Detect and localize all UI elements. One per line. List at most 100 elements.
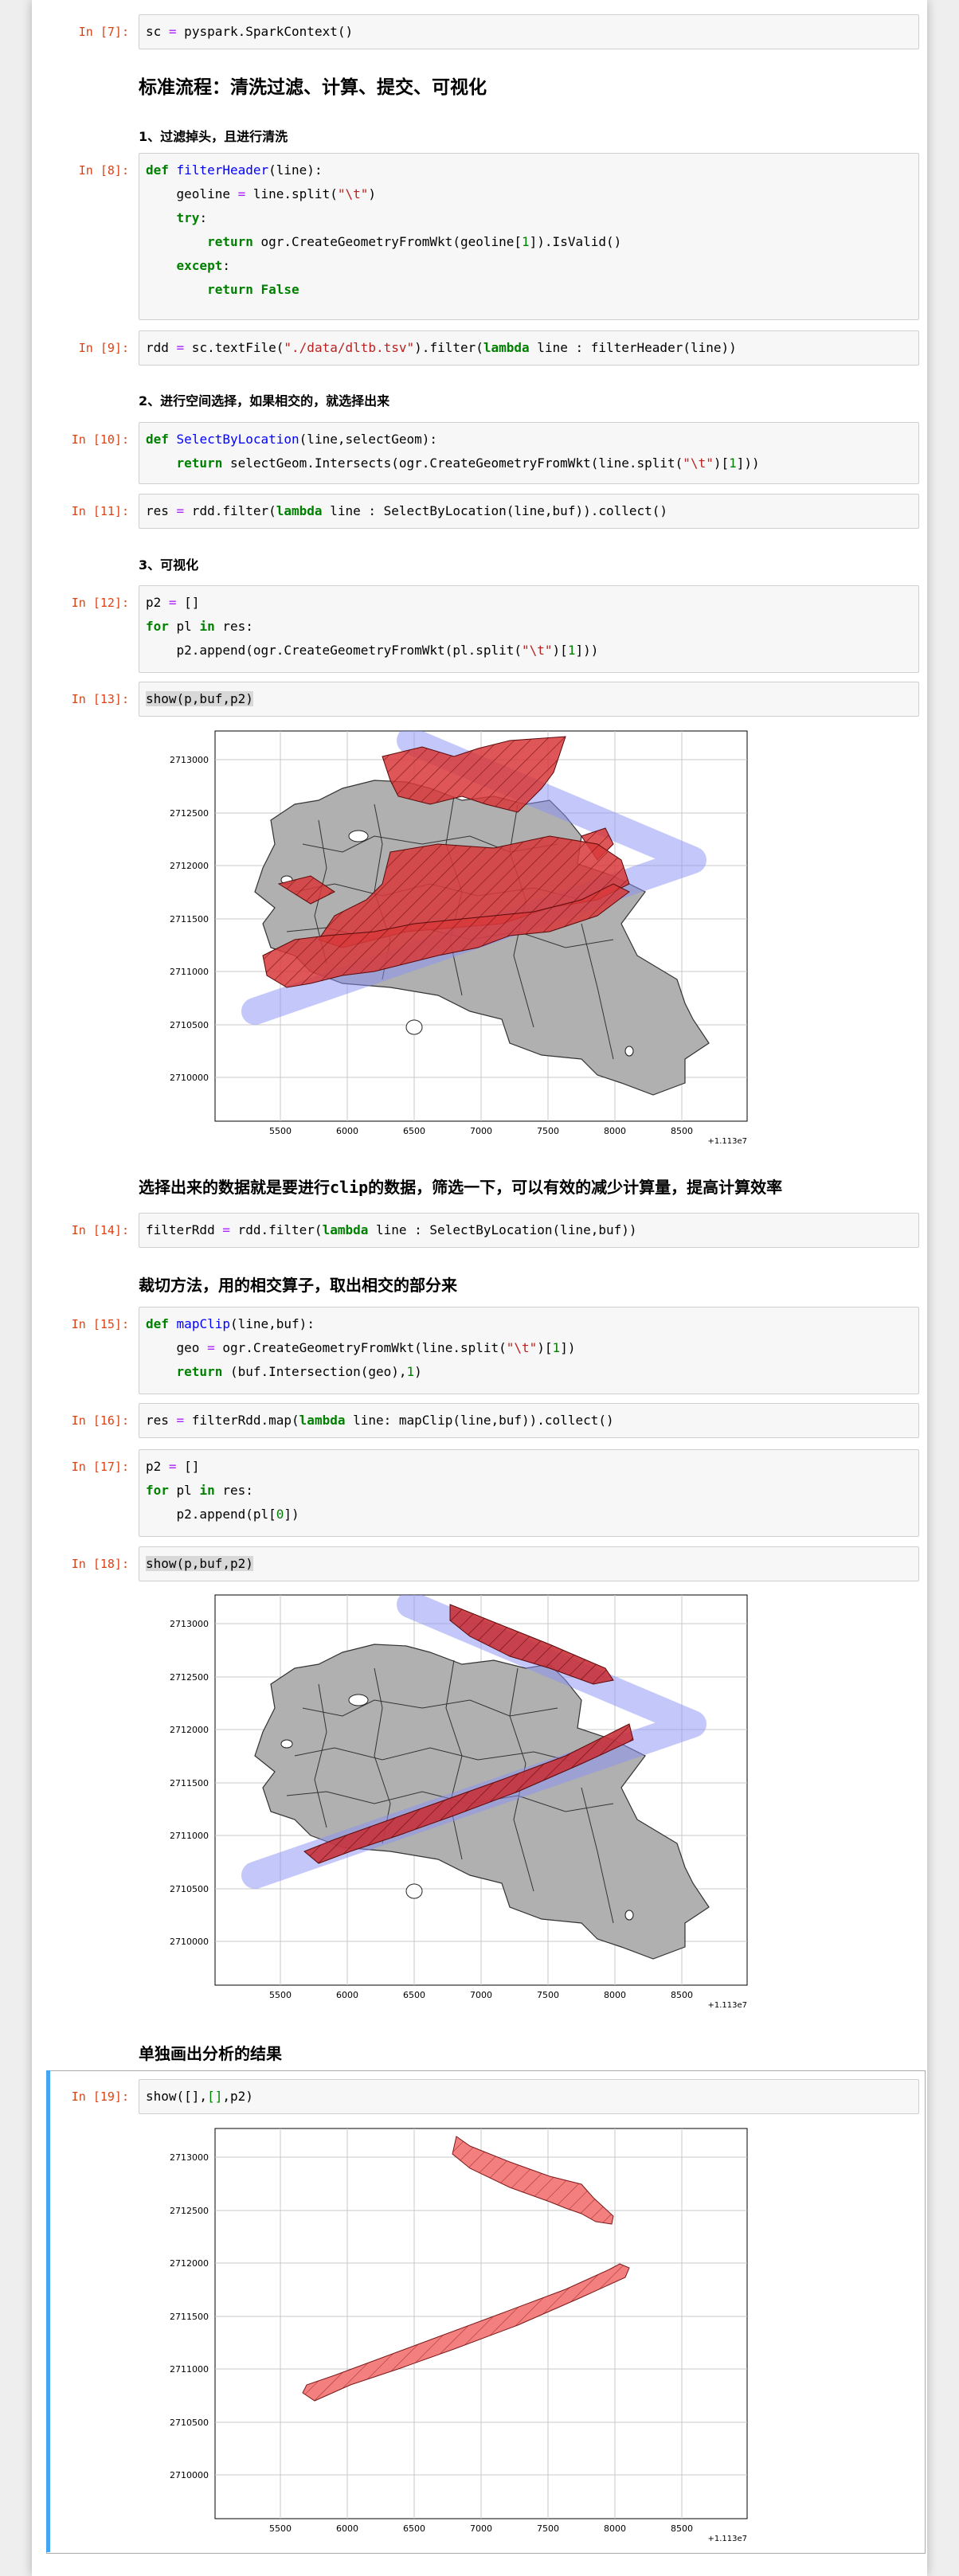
x-tick-label: 7500 xyxy=(537,1990,559,2000)
x-tick-label: 5500 xyxy=(269,2523,292,2534)
code-cell[interactable]: In [16]: res = filterRdd.map(lambda line… xyxy=(40,1403,919,1438)
code-input[interactable]: res = rdd.filter(lambda line : SelectByL… xyxy=(139,494,919,529)
map-plot-svg: 2713000 2712500 2712000 2711500 2711000 … xyxy=(170,730,748,1146)
selected-cell-bar xyxy=(46,2070,50,2552)
cell-prompt: In [12]: xyxy=(71,596,129,610)
note-heading: 选择出来的数据就是要进行clip的数据，筛选一下，可以有效的减少计算量，提高计算… xyxy=(139,1178,783,1197)
cell-prompt: In [11]: xyxy=(71,504,129,518)
code-cell[interactable]: In [15]: def mapClip(line,buf): geo = og… xyxy=(40,1307,919,1394)
code-input[interactable]: def filterHeader(line): geoline = line.s… xyxy=(139,153,919,320)
map-plot-3: 2713000 2712500 2712000 2711500 2711000 … xyxy=(135,2122,773,2547)
y-tick-label: 2712500 xyxy=(170,2206,209,2216)
cell-prompt: In [8]: xyxy=(78,163,129,178)
x-tick-label: 6500 xyxy=(403,1126,425,1136)
cell-prompt: In [13]: xyxy=(71,692,129,706)
y-tick-label: 2710000 xyxy=(170,1937,209,1947)
code-input[interactable]: show(p,buf,p2) xyxy=(139,682,919,717)
code-text: show(p,buf,p2) xyxy=(146,1556,253,1571)
code-input[interactable]: p2 = [] for pl in res: p2.append(ogr.Crea… xyxy=(139,585,919,673)
y-tick-label: 2711000 xyxy=(170,967,209,977)
y-tick-label: 2710500 xyxy=(170,1884,209,1894)
y-tick-label: 2710000 xyxy=(170,1073,209,1083)
code-cell[interactable]: In [17]: p2 = [] for pl in res: p2.append… xyxy=(40,1449,919,1537)
code-input[interactable]: def SelectByLocation(line,selectGeom): r… xyxy=(139,422,919,484)
y-tick-label: 2713000 xyxy=(170,755,209,765)
code-cell[interactable]: In [9]: rdd = sc.textFile("./data/dltb.t… xyxy=(40,330,919,365)
cell-prompt: In [15]: xyxy=(71,1317,129,1331)
y-tick-label: 2713000 xyxy=(170,1619,209,1629)
code-cell[interactable]: In [13]: show(p,buf,p2) xyxy=(40,682,919,717)
clip-heading: 裁切方法，用的相交算子，取出相交的部分来 xyxy=(139,1276,457,1295)
y-tick-label: 2710500 xyxy=(170,1020,209,1030)
axis-offset-label: +1.113e7 xyxy=(707,2535,747,2543)
x-tick-label: 8500 xyxy=(671,1126,693,1136)
x-tick-label: 7000 xyxy=(470,1990,492,2000)
code-cell[interactable]: In [7]: sc = pyspark.SparkContext() xyxy=(40,14,919,49)
code-cell[interactable]: In [11]: res = rdd.filter(lambda line : … xyxy=(40,494,919,529)
code-text: show(p,buf,p2) xyxy=(146,691,253,706)
y-tick-label: 2711500 xyxy=(170,2312,209,2322)
x-tick-label: 7000 xyxy=(470,1126,492,1136)
y-tick-label: 2711500 xyxy=(170,914,209,924)
x-tick-label: 5500 xyxy=(269,1990,292,2000)
x-tick-label: 8000 xyxy=(604,1126,626,1136)
x-tick-label: 8000 xyxy=(604,1990,626,2000)
cell-prompt: In [18]: xyxy=(71,1557,129,1571)
step-heading: 2、进行空间选择，如果相交的，就选择出来 xyxy=(139,393,390,408)
y-tick-label: 2711500 xyxy=(170,1778,209,1788)
x-tick-label: 7500 xyxy=(537,2523,559,2534)
axis-offset-label: +1.113e7 xyxy=(707,2001,747,2010)
cell-prompt: In [16]: xyxy=(71,1413,129,1428)
code-input[interactable]: show([],[],p2) xyxy=(139,2079,919,2114)
y-tick-label: 2712000 xyxy=(170,1725,209,1735)
y-tick-label: 2711000 xyxy=(170,1831,209,1841)
x-tick-label: 6000 xyxy=(336,1990,358,2000)
code-input[interactable]: show(p,buf,p2) xyxy=(139,1546,919,1581)
x-tick-label: 5500 xyxy=(269,1126,292,1136)
code-input[interactable]: sc = pyspark.SparkContext() xyxy=(139,14,919,49)
x-tick-label: 6500 xyxy=(403,2523,425,2534)
step-heading: 1、过滤掉头，且进行清洗 xyxy=(139,129,288,144)
x-tick-label: 7500 xyxy=(537,1126,559,1136)
code-input[interactable]: def mapClip(line,buf): geo = ogr.CreateG… xyxy=(139,1307,919,1394)
cell-prompt: In [10]: xyxy=(71,432,129,447)
code-input[interactable]: res = filterRdd.map(lambda line: mapClip… xyxy=(139,1403,919,1438)
result-heading: 单独画出分析的结果 xyxy=(139,2044,282,2063)
x-tick-label: 8500 xyxy=(671,1990,693,2000)
code-input[interactable]: filterRdd = rdd.filter(lambda line : Sel… xyxy=(139,1213,919,1248)
code-cell[interactable]: In [14]: filterRdd = rdd.filter(lambda l… xyxy=(40,1213,919,1248)
y-tick-label: 2712000 xyxy=(170,861,209,871)
cell-prompt: In [9]: xyxy=(78,341,129,355)
notebook-container: In [7]: sc = pyspark.SparkContext() 标准流程… xyxy=(32,0,927,2576)
code-cell[interactable]: In [8]: def filterHeader(line): geoline … xyxy=(40,153,919,320)
map-plot-2: 2713000 2712500 2712000 2711500 2711000 … xyxy=(135,1589,773,2014)
x-tick-label: 8000 xyxy=(604,2523,626,2534)
section-title: 标准流程：清洗过滤、计算、提交、可视化 xyxy=(139,77,487,98)
code-input[interactable]: p2 = [] for pl in res: p2.append(pl[0]) xyxy=(139,1449,919,1537)
code-input[interactable]: rdd = sc.textFile("./data/dltb.tsv").fil… xyxy=(139,330,919,365)
code-cell[interactable]: In [19]: show([],[],p2) xyxy=(40,2079,919,2114)
axis-offset-label: +1.113e7 xyxy=(707,1137,747,1146)
y-tick-label: 2712500 xyxy=(170,1672,209,1683)
x-tick-label: 6000 xyxy=(336,2523,358,2534)
code-cell[interactable]: In [10]: def SelectByLocation(line,selec… xyxy=(40,422,919,484)
cell-prompt: In [17]: xyxy=(71,1460,129,1474)
y-tick-label: 2713000 xyxy=(170,2152,209,2163)
cell-prompt: In [7]: xyxy=(78,25,129,39)
code-cell[interactable]: In [18]: show(p,buf,p2) xyxy=(40,1546,919,1581)
map-plot-1: 2713000 2712500 2712000 2711500 2711000 … xyxy=(135,725,773,1150)
cell-prompt: In [19]: xyxy=(71,2089,129,2104)
y-tick-label: 2712500 xyxy=(170,808,209,819)
y-tick-label: 2710500 xyxy=(170,2418,209,2428)
code-cell[interactable]: In [12]: p2 = [] for pl in res: p2.append… xyxy=(40,585,919,673)
map-plot-svg: 2713000 2712500 2712000 2711500 2711000 … xyxy=(170,2128,748,2543)
map-plot-svg: 2713000 2712500 2712000 2711500 2711000 … xyxy=(170,1594,748,2010)
y-tick-label: 2712000 xyxy=(170,2258,209,2269)
x-tick-label: 6500 xyxy=(403,1990,425,2000)
step-heading: 3、可视化 xyxy=(139,557,199,573)
y-tick-label: 2710000 xyxy=(170,2470,209,2480)
x-tick-label: 8500 xyxy=(671,2523,693,2534)
y-tick-label: 2711000 xyxy=(170,2364,209,2375)
x-tick-label: 6000 xyxy=(336,1126,358,1136)
cell-prompt: In [14]: xyxy=(71,1223,129,1237)
